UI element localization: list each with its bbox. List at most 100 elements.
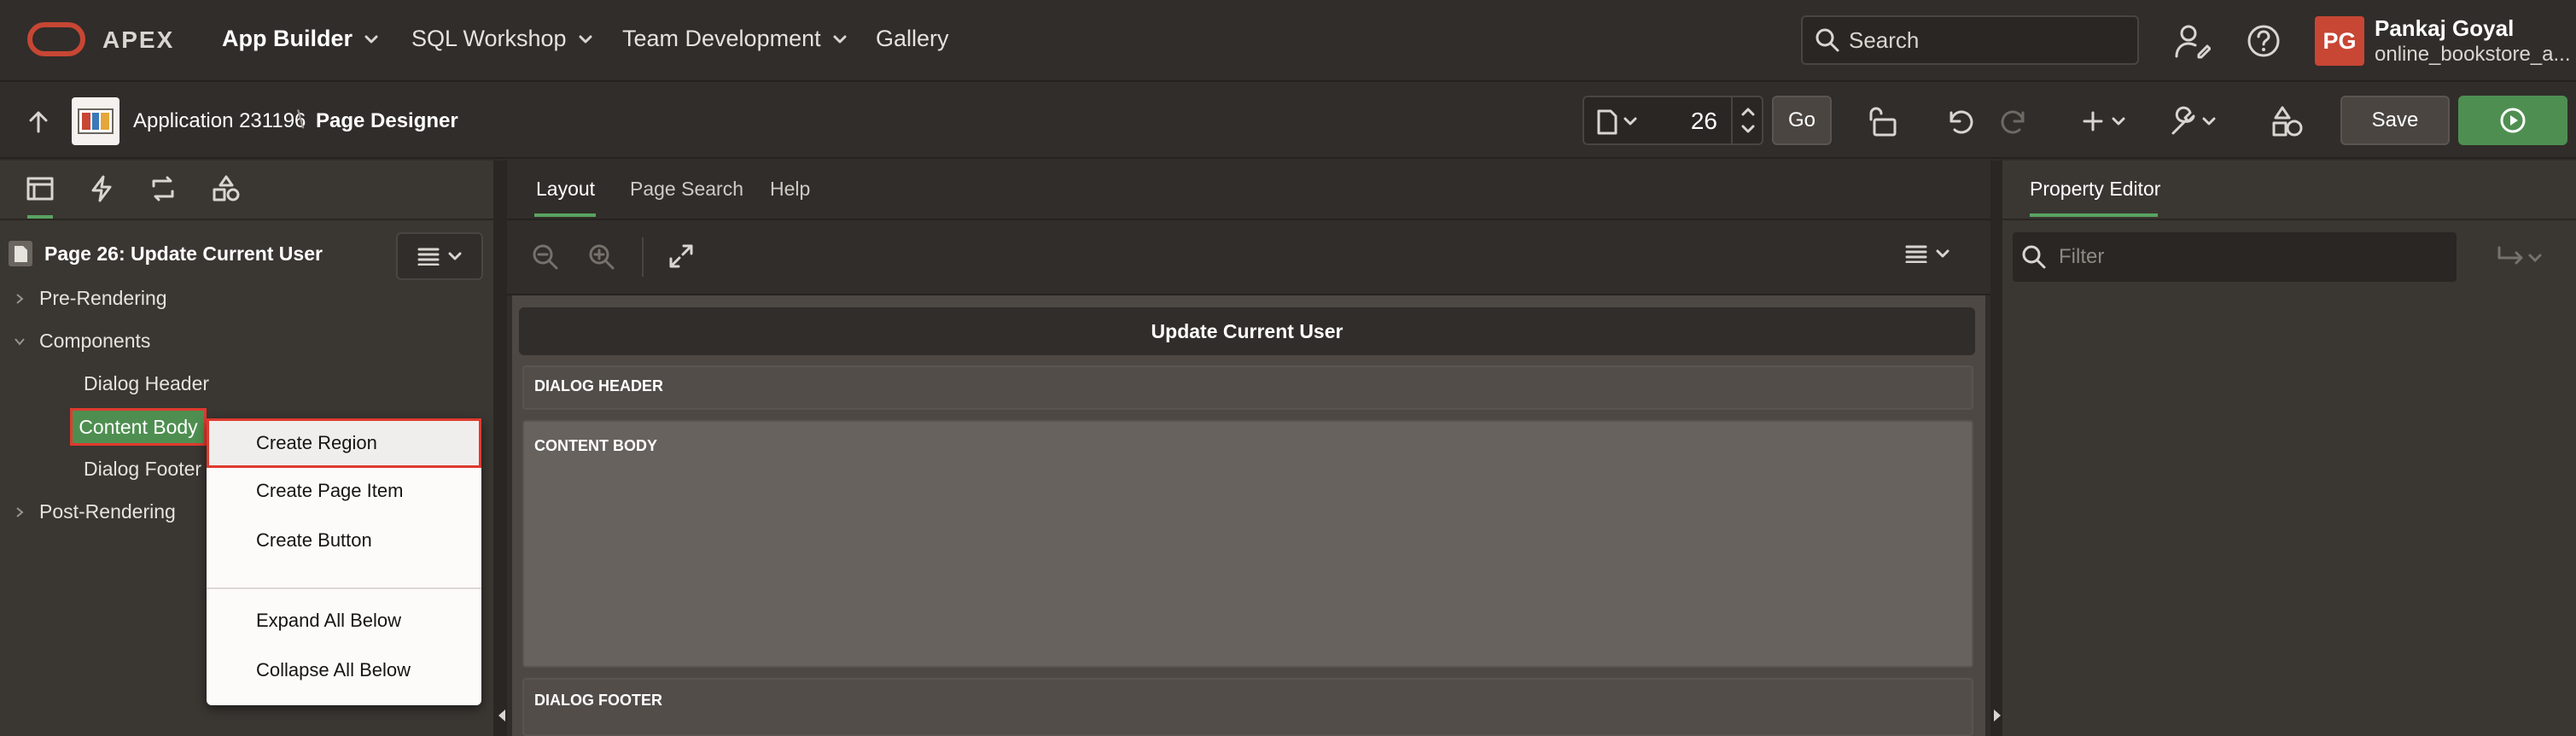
page-number-input[interactable]: 26 bbox=[1641, 108, 1717, 135]
menu-item-create-region[interactable]: Create Region bbox=[207, 418, 481, 468]
search-input[interactable] bbox=[1849, 26, 2130, 54]
utilities-wrench-icon[interactable] bbox=[2168, 104, 2219, 138]
menu-item-create-page-item[interactable]: Create Page Item bbox=[207, 466, 481, 516]
avatar[interactable]: PG bbox=[2315, 16, 2364, 66]
nav-gallery[interactable]: Gallery bbox=[876, 26, 949, 52]
nav-app-builder[interactable]: App Builder bbox=[222, 26, 378, 52]
page-icon bbox=[1597, 109, 1637, 135]
application-icon[interactable] bbox=[72, 97, 119, 145]
stepper-arrows-icon bbox=[1741, 108, 1755, 133]
breadcrumb-application[interactable]: Application 231196 bbox=[133, 109, 306, 133]
page-number-stepper[interactable] bbox=[1731, 97, 1762, 143]
menu-item-label: Expand All Below bbox=[256, 610, 401, 631]
tree-node-label: Dialog Footer bbox=[84, 458, 202, 480]
zoom-out-icon[interactable] bbox=[531, 242, 560, 272]
tree-menu-button[interactable] bbox=[396, 232, 483, 280]
shared-components-icon[interactable] bbox=[2270, 104, 2305, 138]
tree-root-page[interactable]: Page 26: Update Current User bbox=[7, 239, 323, 268]
user-workspace[interactable]: online_bookstore_a... bbox=[2375, 43, 2571, 67]
collapse-right-icon[interactable] bbox=[1990, 707, 2002, 724]
processing-tab-icon[interactable] bbox=[149, 174, 178, 203]
breadcrumb-page-designer: Page Designer bbox=[316, 109, 458, 132]
tree-node-label: Dialog Header bbox=[84, 372, 210, 394]
nav-gallery-label: Gallery bbox=[876, 26, 949, 51]
chevron-right-icon[interactable] bbox=[14, 506, 26, 518]
chevron-down-icon bbox=[579, 35, 592, 43]
tab-page-search[interactable]: Page Search bbox=[630, 178, 743, 201]
tree-node-dialog-footer[interactable]: Dialog Footer bbox=[84, 458, 201, 481]
nav-team-development-label: Team Development bbox=[622, 26, 821, 51]
rendering-tab-icon[interactable] bbox=[26, 174, 55, 203]
tree-node-label: Post-Rendering bbox=[39, 500, 176, 523]
nav-app-builder-label: App Builder bbox=[222, 26, 353, 51]
tab-layout[interactable]: Layout bbox=[536, 178, 595, 201]
tree-node-dialog-header[interactable]: Dialog Header bbox=[84, 372, 209, 395]
tree-node-post-rendering[interactable]: Post-Rendering bbox=[14, 500, 176, 523]
go-button-label: Go bbox=[1787, 108, 1815, 131]
property-filter[interactable] bbox=[2013, 232, 2457, 282]
app-books-icon bbox=[78, 108, 114, 134]
context-menu: Create Region Create Page Item Create Bu… bbox=[207, 418, 481, 705]
create-menu-icon[interactable] bbox=[2083, 104, 2134, 138]
avatar-initials: PG bbox=[2322, 27, 2357, 54]
search-icon bbox=[1815, 28, 1839, 52]
menu-item-label: Collapse All Below bbox=[256, 659, 411, 681]
tree-root-label: Page 26: Update Current User bbox=[44, 242, 323, 265]
active-tab-indicator bbox=[27, 215, 53, 219]
tree-node-content-body[interactable]: Content Body bbox=[70, 408, 207, 446]
region-content-body[interactable]: CONTENT BODY bbox=[522, 420, 1973, 668]
nav-sql-workshop[interactable]: SQL Workshop bbox=[411, 26, 592, 52]
menu-lines-icon bbox=[417, 248, 440, 266]
chevron-down-icon bbox=[364, 35, 378, 43]
redo-icon[interactable] bbox=[1997, 104, 2031, 138]
undo-icon[interactable] bbox=[1943, 104, 1977, 138]
save-button[interactable]: Save bbox=[2340, 96, 2450, 145]
menu-item-label: Create Button bbox=[256, 529, 372, 551]
chevron-down-icon[interactable] bbox=[14, 336, 26, 348]
zoom-in-icon[interactable] bbox=[587, 242, 616, 272]
right-splitter[interactable] bbox=[1990, 161, 2002, 736]
run-page-button[interactable] bbox=[2458, 96, 2567, 145]
user-settings-icon[interactable] bbox=[2173, 22, 2211, 60]
menu-item-label: Create Page Item bbox=[256, 480, 404, 501]
save-button-label: Save bbox=[2371, 108, 2419, 131]
help-icon[interactable] bbox=[2247, 24, 2281, 58]
chevron-right-icon[interactable] bbox=[14, 293, 26, 305]
go-button[interactable]: Go bbox=[1772, 96, 1832, 145]
go-to-group-icon[interactable] bbox=[2496, 244, 2549, 272]
run-icon bbox=[2500, 108, 2526, 133]
shared-components-tab-icon[interactable] bbox=[212, 174, 241, 203]
search-icon bbox=[2022, 245, 2046, 269]
tree-node-components[interactable]: Components bbox=[14, 330, 150, 353]
tree-node-pre-rendering[interactable]: Pre-Rendering bbox=[14, 287, 167, 310]
region-dialog-header[interactable]: DIALOG HEADER bbox=[522, 365, 1973, 410]
filter-input[interactable] bbox=[2059, 245, 2434, 269]
nav-team-development[interactable]: Team Development bbox=[622, 26, 847, 52]
tab-property-editor[interactable]: Property Editor bbox=[2030, 178, 2160, 201]
tab-help[interactable]: Help bbox=[770, 178, 810, 201]
menu-item-expand-all-below[interactable]: Expand All Below bbox=[207, 596, 481, 645]
apex-brand[interactable]: APEX bbox=[102, 26, 174, 54]
user-name[interactable]: Pankaj Goyal bbox=[2375, 15, 2514, 42]
toolbar-divider bbox=[642, 237, 644, 277]
chevron-down-icon bbox=[1936, 249, 1949, 258]
layout-menu-button[interactable] bbox=[1905, 244, 1949, 263]
unlock-icon[interactable] bbox=[1866, 104, 1900, 138]
page-title-bar[interactable]: Update Current User bbox=[519, 307, 1975, 355]
search-box[interactable] bbox=[1801, 15, 2139, 65]
menu-divider bbox=[207, 587, 481, 589]
menu-item-collapse-all-below[interactable]: Collapse All Below bbox=[207, 645, 481, 695]
menu-item-create-button[interactable]: Create Button bbox=[207, 516, 481, 565]
tree-node-label: Components bbox=[39, 330, 151, 352]
expand-icon[interactable] bbox=[667, 242, 695, 270]
arrow-up-icon[interactable] bbox=[27, 111, 50, 133]
region-dialog-footer[interactable]: DIALOG FOOTER bbox=[522, 678, 1973, 736]
tree-node-label: Content Body bbox=[79, 415, 198, 438]
nav-sql-workshop-label: SQL Workshop bbox=[411, 26, 567, 51]
menu-lines-icon bbox=[1905, 245, 1927, 263]
oracle-logo[interactable] bbox=[27, 22, 85, 56]
left-splitter[interactable] bbox=[493, 161, 507, 736]
dynamic-actions-tab-icon[interactable] bbox=[87, 174, 116, 203]
region-label: DIALOG HEADER bbox=[534, 377, 664, 394]
page-title: Update Current User bbox=[1151, 319, 1343, 342]
